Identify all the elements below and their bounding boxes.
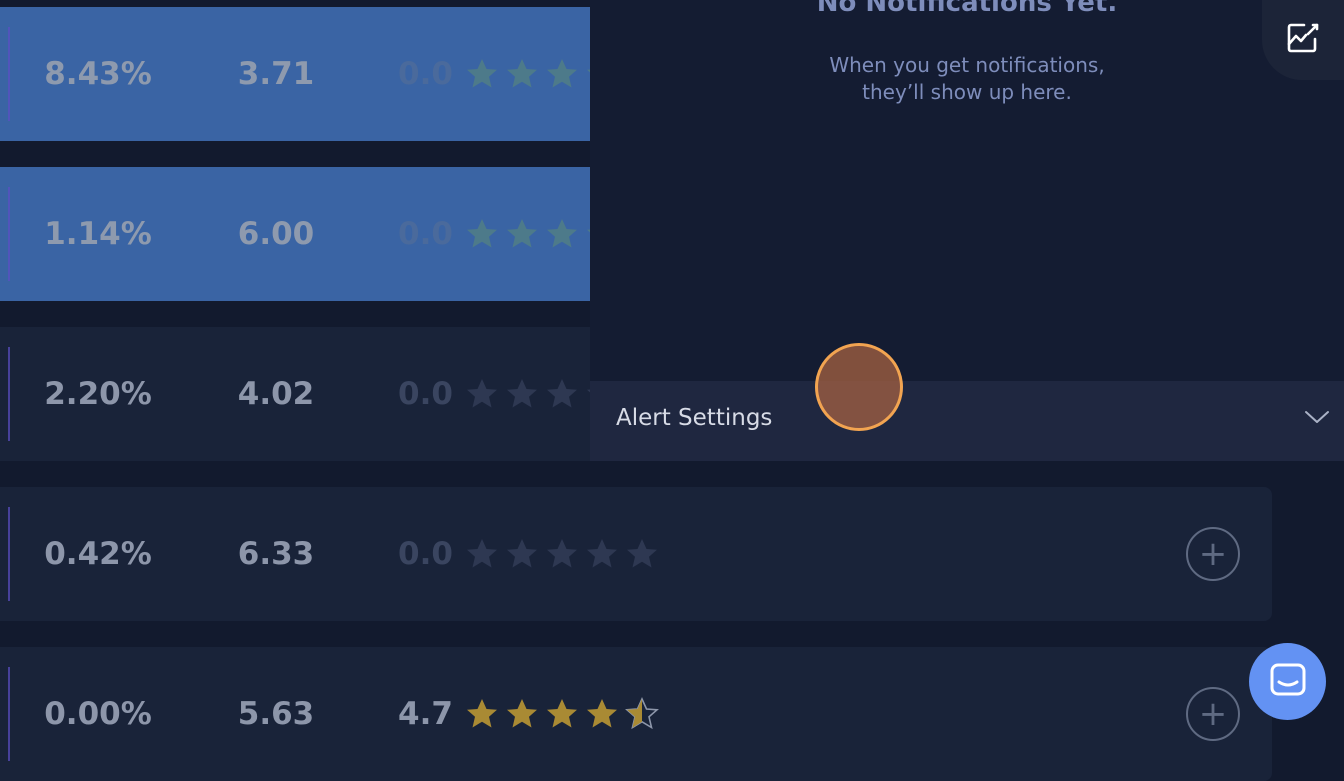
row-percent: 0.00%: [44, 696, 152, 732]
row-value: 5.63: [237, 696, 315, 732]
rating-value: 0.0: [398, 216, 453, 252]
star-icon: [465, 217, 499, 251]
sparkline: [0, 187, 10, 281]
chart-edit-button[interactable]: [1262, 0, 1344, 80]
star-icon: [545, 377, 579, 411]
star-icon: [505, 217, 539, 251]
row-value: 6.33: [237, 536, 315, 572]
sparkline: [0, 667, 10, 761]
star-icon: [465, 377, 499, 411]
row-value: 4.02: [237, 376, 315, 412]
alert-settings-accordion[interactable]: Alert Settings: [590, 381, 1344, 461]
chart-edit-icon: [1286, 22, 1320, 58]
row-value: 3.71: [237, 56, 315, 92]
chat-launcher-button[interactable]: [1249, 643, 1326, 720]
star-icon: [585, 537, 619, 571]
notifications-empty-subtitle: When you get notifications, they’ll show…: [829, 53, 1105, 104]
star-rating: [465, 697, 659, 731]
sparkline: [0, 507, 10, 601]
table-row[interactable]: 0.00% 5.63 4.7 +: [0, 647, 1272, 781]
alert-settings-label: Alert Settings: [616, 405, 773, 431]
row-percent: 2.20%: [44, 376, 152, 412]
star-icon: [505, 57, 539, 91]
rating-value: 0.0: [398, 376, 453, 412]
star-icon: [625, 537, 659, 571]
star-icon: [505, 377, 539, 411]
row-percent: 1.14%: [44, 216, 152, 252]
chevron-down-icon[interactable]: [1304, 409, 1330, 429]
chat-icon: [1270, 663, 1306, 701]
star-icon: [585, 697, 619, 731]
star-icon: [505, 537, 539, 571]
star-icon: [505, 697, 539, 731]
row-rating: 4.7: [398, 647, 659, 781]
star-icon: [465, 57, 499, 91]
row-rating: 0.0: [398, 487, 659, 621]
table-row[interactable]: 0.42% 6.33 0.0 +: [0, 487, 1272, 621]
sparkline: [0, 347, 10, 441]
rating-value: 4.7: [398, 696, 453, 732]
star-icon: [465, 697, 499, 731]
star-icon: [465, 537, 499, 571]
star-icon: [624, 697, 659, 731]
rating-value: 0.0: [398, 56, 453, 92]
plus-circle-icon[interactable]: +: [1186, 527, 1240, 581]
rating-value: 0.0: [398, 536, 453, 572]
sparkline: [0, 27, 10, 121]
row-percent: 8.43%: [44, 56, 152, 92]
click-indicator: [815, 343, 903, 431]
row-percent: 0.42%: [44, 536, 152, 572]
row-value: 6.00: [237, 216, 315, 252]
star-icon: [545, 537, 579, 571]
star-icon: [545, 57, 579, 91]
notification-panel: No Notifications Yet. When you get notif…: [590, 0, 1344, 381]
plus-circle-icon[interactable]: +: [1186, 687, 1240, 741]
star-rating: [465, 537, 659, 571]
star-icon: [545, 217, 579, 251]
notifications-empty-title: No Notifications Yet.: [816, 0, 1118, 18]
star-icon: [545, 697, 579, 731]
